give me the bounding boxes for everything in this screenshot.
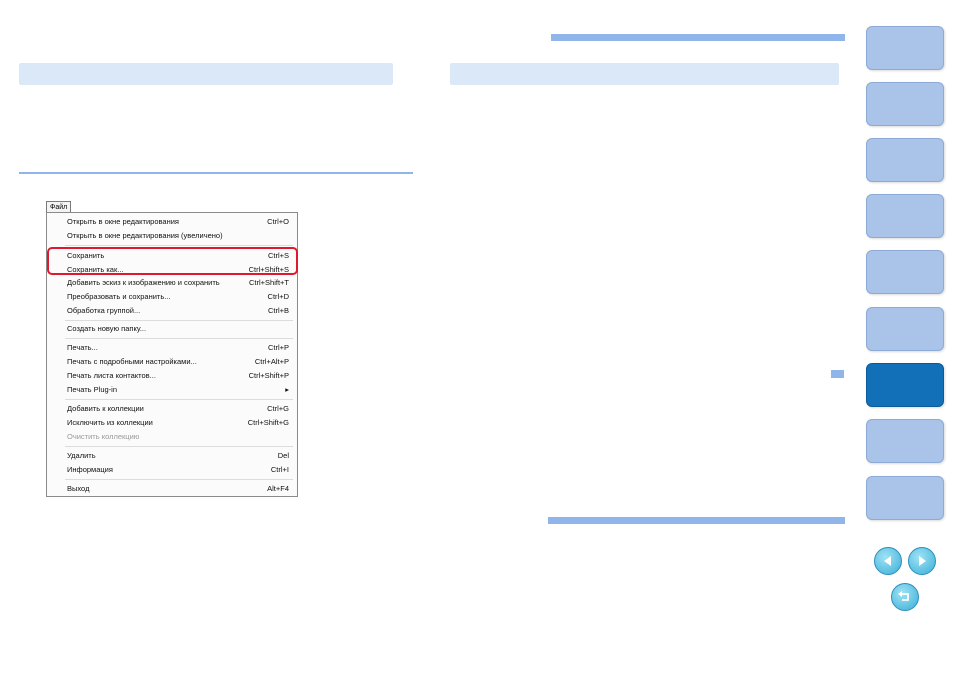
menu-item-shortcut: Ctrl+G — [267, 404, 289, 413]
menu-item-label: Печать листа контактов... — [67, 371, 156, 380]
file-menu-screenshot: Файл Открыть в окне редактирования Ctrl+… — [46, 201, 298, 497]
menu-item-shortcut: Ctrl+O — [267, 217, 289, 226]
menu-item-open-edit[interactable]: Открыть в окне редактирования Ctrl+O — [67, 216, 289, 228]
menu-item-label: Исключить из коллекции — [67, 418, 153, 427]
menu-item-shortcut: Ctrl+D — [267, 292, 289, 301]
menu-separator — [65, 446, 293, 447]
menu-item-label: Удалить — [67, 451, 96, 460]
left-section-heading-bar — [19, 63, 393, 85]
menu-item-print-plugin[interactable]: Печать Plug-in ▸ — [67, 384, 289, 396]
menu-separator — [65, 320, 293, 321]
top-accent-bar — [551, 34, 845, 41]
menu-item-convert-save[interactable]: Преобразовать и сохранить... Ctrl+D — [67, 291, 289, 303]
menu-item-label: Добавить эскиз к изображению и сохранить — [67, 278, 220, 287]
side-tab-3[interactable] — [866, 138, 944, 182]
menu-item-shortcut: Ctrl+Shift+P — [248, 371, 289, 380]
return-icon — [898, 591, 909, 601]
side-tab-8[interactable] — [866, 419, 944, 463]
menu-item-exit[interactable]: Выход Alt+F4 — [67, 483, 289, 495]
menu-item-label: Печать... — [67, 343, 98, 352]
menu-separator — [65, 338, 293, 339]
menu-item-shortcut: Ctrl+B — [267, 306, 289, 315]
menu-item-shortcut: Ctrl+Shift+T — [248, 278, 289, 287]
menu-item-delete[interactable]: Удалить Del — [67, 450, 289, 462]
menu-item-label: Печать Plug-in — [67, 385, 117, 394]
menu-separator — [65, 245, 293, 246]
left-divider-rule — [19, 172, 413, 174]
side-tab-2[interactable] — [866, 82, 944, 126]
menu-item-label: Выход — [67, 484, 90, 493]
menu-item-shortcut: Ctrl+P — [267, 343, 289, 352]
menu-item-print-detailed[interactable]: Печать с подробными настройками... Ctrl+… — [67, 356, 289, 368]
menu-item-print[interactable]: Печать... Ctrl+P — [67, 342, 289, 354]
menu-separator — [65, 399, 293, 400]
save-items-highlight — [47, 247, 298, 275]
menu-item-shortcut: Alt+F4 — [267, 484, 289, 493]
menu-separator — [65, 479, 293, 480]
menu-item-add-thumbnail-save[interactable]: Добавить эскиз к изображению и сохранить… — [67, 277, 289, 289]
menu-item-open-edit-zoomed[interactable]: Открыть в окне редактирования (увеличено… — [67, 230, 289, 242]
menu-item-label: Открыть в окне редактирования — [67, 217, 179, 226]
side-tab-4[interactable] — [866, 194, 944, 238]
menu-item-shortcut: Del — [277, 451, 289, 460]
menu-item-label: Добавить к коллекции — [67, 404, 144, 413]
menu-item-shortcut: Ctrl+I — [270, 465, 289, 474]
side-tab-7-active[interactable] — [866, 363, 944, 407]
return-button[interactable] — [891, 583, 919, 611]
menu-item-label: Информация — [67, 465, 113, 474]
menu-item-label: Создать новую папку... — [67, 324, 147, 333]
bottom-accent-bar — [548, 517, 845, 524]
menu-item-print-contact-sheet[interactable]: Печать листа контактов... Ctrl+Shift+P — [67, 370, 289, 382]
menu-item-remove-from-collection[interactable]: Исключить из коллекции Ctrl+Shift+G — [67, 417, 289, 429]
side-tab-1[interactable] — [866, 26, 944, 70]
previous-page-button[interactable] — [874, 547, 902, 575]
menu-item-shortcut: Ctrl+Shift+G — [247, 418, 289, 427]
menu-item-batch-process[interactable]: Обработка группой... Ctrl+B — [67, 305, 289, 317]
menu-item-new-folder[interactable]: Создать новую папку... — [67, 323, 289, 335]
section-marker — [831, 370, 844, 378]
menu-item-label: Преобразовать и сохранить... — [67, 292, 171, 301]
submenu-arrow-icon: ▸ — [285, 385, 289, 394]
right-section-heading-bar — [450, 63, 839, 85]
side-tab-5[interactable] — [866, 250, 944, 294]
side-tab-9[interactable] — [866, 476, 944, 520]
menu-item-add-to-collection[interactable]: Добавить к коллекции Ctrl+G — [67, 403, 289, 415]
arrow-right-icon — [919, 556, 926, 566]
menu-item-info[interactable]: Информация Ctrl+I — [67, 464, 289, 476]
menu-item-label: Печать с подробными настройками... — [67, 357, 197, 366]
menu-item-label: Обработка группой... — [67, 306, 141, 315]
next-page-button[interactable] — [908, 547, 936, 575]
side-tab-6[interactable] — [866, 307, 944, 351]
menu-item-clear-collection: Очистить коллекцию — [67, 431, 289, 443]
menu-item-label: Открыть в окне редактирования (увеличено… — [67, 231, 223, 240]
menu-item-label: Очистить коллекцию — [67, 432, 140, 441]
arrow-left-icon — [884, 556, 891, 566]
menu-item-shortcut: Ctrl+Alt+P — [254, 357, 289, 366]
